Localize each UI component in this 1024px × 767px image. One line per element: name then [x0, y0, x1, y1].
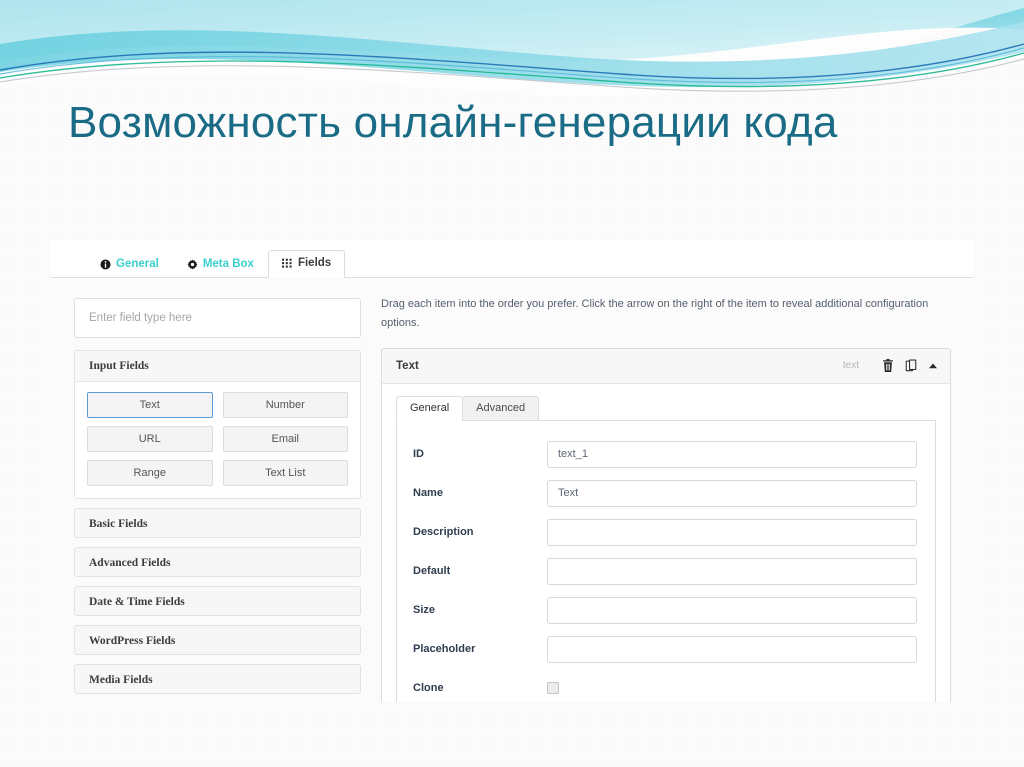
tab-general[interactable]: General: [86, 251, 173, 279]
duplicate-icon[interactable]: [905, 359, 917, 372]
field-type-sidebar: Input Fields Text Number URL Email Range…: [74, 298, 361, 694]
info-icon: [100, 259, 111, 270]
label-clone: Clone: [413, 682, 444, 694]
subtab-general[interactable]: General: [396, 395, 464, 421]
label-description: Description: [413, 526, 474, 538]
group-advanced-fields[interactable]: Advanced Fields: [74, 547, 361, 577]
form-row-id: ID: [397, 435, 935, 474]
field-panel-body: General Advanced ID Name: [382, 383, 950, 703]
group-wordpress-fields[interactable]: WordPress Fields: [74, 625, 361, 655]
tab-general-label: General: [116, 257, 159, 270]
app-tabbar: General Meta Box Fields: [51, 240, 973, 278]
field-panel-type-label: text: [842, 360, 859, 371]
input-description[interactable]: [547, 518, 917, 546]
form-row-size: Size: [397, 591, 935, 630]
field-type-text[interactable]: Text: [87, 392, 213, 418]
checkbox-clone[interactable]: [547, 682, 559, 694]
embedded-app-screenshot: General Meta Box Fields Enter field type…: [51, 240, 973, 702]
form-row-description: Description: [397, 513, 935, 552]
label-default: Default: [413, 565, 451, 577]
input-placeholder[interactable]: [547, 635, 917, 663]
label-placeholder: Placeholder: [413, 643, 476, 655]
slide-title: Возможность онлайн-генерации кода: [68, 98, 838, 147]
group-input-fields-body: Text Number URL Email Range Text List: [75, 382, 360, 498]
grid-icon: [281, 258, 293, 269]
label-id: ID: [413, 448, 424, 460]
field-type-url[interactable]: URL: [87, 426, 213, 452]
collapse-icon[interactable]: [928, 362, 938, 370]
subtab-advanced[interactable]: Advanced: [462, 395, 540, 421]
tab-fields-label: Fields: [297, 256, 332, 269]
input-default[interactable]: [547, 557, 917, 585]
decorative-wave-banner: [0, 0, 1024, 100]
instruction-text: Drag each item into the order you prefer…: [381, 298, 929, 330]
field-panel-text: Text text General Advanced ID text_1 Nam…: [381, 347, 951, 703]
tab-fields[interactable]: Fields: [267, 249, 346, 278]
group-basic-fields[interactable]: Basic Fields: [74, 508, 361, 538]
label-name: Name: [413, 487, 443, 499]
field-type-email[interactable]: Email: [222, 426, 348, 452]
form-row-name: Name: [397, 474, 935, 513]
field-panel-header[interactable]: Text text: [382, 348, 950, 384]
field-settings-form: ID Name Description: [396, 420, 936, 703]
search-input[interactable]: [74, 298, 361, 338]
form-row-default: Default: [397, 552, 935, 591]
group-media-fields[interactable]: Media Fields: [74, 664, 361, 694]
input-id[interactable]: [547, 440, 917, 468]
form-row-clone: Clone: [397, 669, 935, 703]
form-row-placeholder: Placeholder: [397, 630, 935, 669]
field-panel-title: Text: [396, 359, 419, 372]
input-name[interactable]: [547, 479, 917, 507]
group-input-fields: Input Fields Text Number URL Email Range…: [74, 350, 361, 499]
field-type-number[interactable]: Number: [222, 392, 348, 418]
tab-meta-box[interactable]: Meta Box: [173, 251, 268, 279]
group-input-fields-header[interactable]: Input Fields: [75, 351, 360, 382]
input-size[interactable]: [547, 596, 917, 624]
field-type-range[interactable]: Range: [87, 460, 213, 486]
gear-icon: [187, 259, 198, 270]
field-type-text-list[interactable]: Text List: [222, 460, 348, 486]
fields-main-area: Drag each item into the order you prefer…: [381, 295, 951, 702]
label-size: Size: [413, 604, 436, 616]
slide-canvas: Возможность онлайн-генерации кода Genera…: [0, 0, 1024, 767]
tab-meta-box-label: Meta Box: [202, 257, 254, 270]
field-subtabs: General Advanced: [396, 395, 936, 421]
group-date-time-fields[interactable]: Date & Time Fields: [74, 586, 361, 616]
delete-icon[interactable]: [882, 359, 894, 372]
